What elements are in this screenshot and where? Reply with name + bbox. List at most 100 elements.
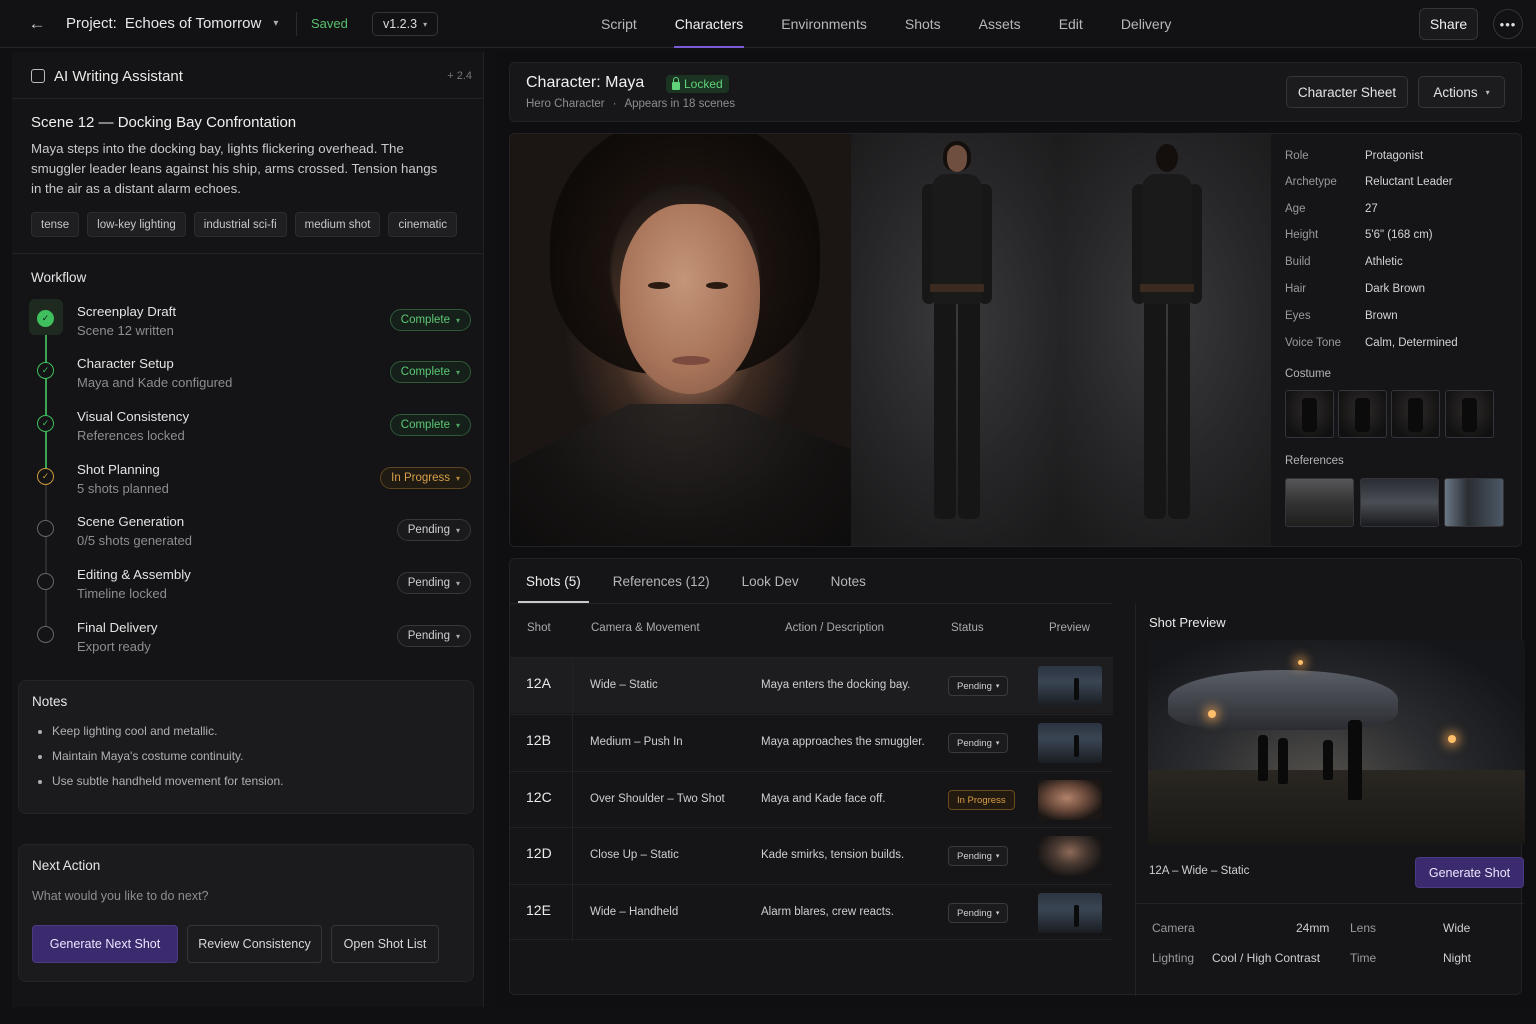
table-row[interactable]: 12B Medium – Push In Maya approaches the… bbox=[510, 714, 1113, 771]
status-dropdown[interactable]: In Progress ▾ bbox=[380, 467, 471, 489]
open-shot-list-button[interactable]: Open Shot List bbox=[331, 925, 439, 963]
main-nav: Script Characters Environments Shots Ass… bbox=[582, 0, 1190, 48]
lighting-label: Lighting bbox=[1152, 951, 1195, 965]
preview-figure bbox=[1278, 738, 1288, 784]
tab-script[interactable]: Script bbox=[582, 0, 656, 48]
chevron-down-icon: ▾ bbox=[455, 315, 460, 325]
shot-id: 12B bbox=[526, 732, 551, 748]
panel-header: AI Writing Assistant + 2.4 bbox=[12, 52, 484, 99]
back-view-image[interactable] bbox=[1061, 134, 1271, 546]
step-name: Character Setup bbox=[77, 356, 174, 371]
review-consistency-button[interactable]: Review Consistency bbox=[187, 925, 322, 963]
costume-thumbnail[interactable] bbox=[1391, 390, 1440, 438]
saved-status: Saved bbox=[311, 16, 348, 31]
project-label: Project: bbox=[66, 15, 117, 32]
chevron-down-icon: ▾ bbox=[455, 473, 460, 483]
spec-key: Build bbox=[1285, 256, 1311, 268]
workflow-step[interactable]: Editing & Assembly Timeline locked Pendi… bbox=[31, 563, 471, 603]
portrait-image[interactable] bbox=[510, 134, 851, 546]
shot-thumbnail[interactable] bbox=[1038, 723, 1102, 763]
preview-figure bbox=[1258, 735, 1268, 781]
status-label: Complete bbox=[400, 419, 450, 431]
status-dropdown[interactable]: Pending ▾ bbox=[948, 733, 1009, 753]
shot-thumbnail[interactable] bbox=[1038, 836, 1102, 876]
front-view-image[interactable] bbox=[851, 134, 1061, 546]
reference-thumbnail[interactable] bbox=[1444, 478, 1504, 527]
version-dropdown[interactable]: v1.2.3 ▾ bbox=[372, 12, 439, 36]
tag[interactable]: low-key lighting bbox=[87, 212, 186, 237]
status-dropdown[interactable]: Pending ▾ bbox=[948, 903, 1009, 923]
ai-assistant-panel: AI Writing Assistant + 2.4 Scene 12 — Do… bbox=[12, 52, 484, 1007]
status-dropdown[interactable]: Pending ▾ bbox=[948, 676, 1009, 696]
status-dropdown[interactable]: Complete ▾ bbox=[389, 361, 471, 383]
shot-preview-image[interactable] bbox=[1148, 640, 1525, 844]
status-label: In Progress bbox=[957, 794, 1006, 806]
shot-thumbnail[interactable] bbox=[1038, 893, 1102, 933]
panel-title: AI Writing Assistant bbox=[54, 68, 183, 85]
shot-thumbnail[interactable] bbox=[1038, 780, 1102, 820]
tab-delivery[interactable]: Delivery bbox=[1102, 0, 1191, 48]
spec-row: Voice Tone Calm, Determined bbox=[1285, 337, 1458, 349]
back-arrow-icon[interactable]: ← bbox=[26, 14, 48, 34]
check-circle-icon: ✓ bbox=[37, 310, 54, 327]
preview-light bbox=[1448, 735, 1456, 743]
table-row[interactable]: 12A Wide – Static Maya enters the dockin… bbox=[510, 657, 1113, 714]
tab-characters[interactable]: Characters bbox=[656, 0, 762, 48]
chevron-down-icon: ▾ bbox=[423, 19, 428, 29]
status-dropdown[interactable]: Pending ▾ bbox=[396, 519, 471, 541]
status-label: Pending bbox=[957, 737, 992, 749]
portrait-eye bbox=[648, 282, 670, 289]
character-sheet-button[interactable]: Character Sheet bbox=[1286, 76, 1408, 108]
generate-next-shot-button[interactable]: Generate Next Shot bbox=[32, 925, 178, 963]
table-row[interactable]: 12E Wide – Handheld Alarm blares, crew r… bbox=[510, 884, 1113, 941]
tag[interactable]: cinematic bbox=[388, 212, 458, 237]
workflow-step[interactable]: ✓ Screenplay Draft Scene 12 written Comp… bbox=[29, 299, 471, 340]
status-badge[interactable]: In Progress bbox=[948, 790, 1015, 810]
tab-environments[interactable]: Environments bbox=[762, 0, 886, 48]
reference-thumbnail[interactable] bbox=[1285, 478, 1354, 527]
tab-notes[interactable]: Notes bbox=[815, 559, 882, 603]
tag[interactable]: medium shot bbox=[294, 212, 381, 237]
tab-shots[interactable]: Shots bbox=[886, 0, 960, 48]
tab-references[interactable]: References (12) bbox=[597, 559, 726, 603]
tag[interactable]: industrial sci-fi bbox=[193, 212, 287, 237]
shot-thumbnail[interactable] bbox=[1038, 666, 1102, 706]
step-subtitle: Scene 12 written bbox=[77, 323, 174, 338]
share-button[interactable]: Share bbox=[1419, 8, 1478, 40]
workflow-step[interactable]: ✓ Visual Consistency References locked C… bbox=[31, 405, 471, 445]
status-dropdown[interactable]: Pending ▾ bbox=[396, 625, 471, 647]
table-row[interactable]: 12D Close Up – Static Kade smirks, tensi… bbox=[510, 827, 1113, 884]
workflow-step[interactable]: ✓ Character Setup Maya and Kade configur… bbox=[31, 352, 471, 392]
column-header: Shot bbox=[527, 622, 551, 634]
more-options-icon[interactable]: ••• bbox=[1493, 9, 1523, 39]
workflow-step[interactable]: Final Delivery Export ready Pending ▾ bbox=[31, 616, 471, 656]
tab-edit[interactable]: Edit bbox=[1040, 0, 1102, 48]
costume-thumbnail[interactable] bbox=[1445, 390, 1494, 438]
reference-thumbnail[interactable] bbox=[1360, 478, 1439, 527]
status-dropdown[interactable]: Pending ▾ bbox=[948, 846, 1009, 866]
status-dropdown[interactable]: Pending ▾ bbox=[396, 572, 471, 594]
project-name: Echoes of Tomorrow bbox=[124, 15, 262, 32]
status-dropdown[interactable]: Complete ▾ bbox=[389, 414, 471, 436]
chevron-down-icon: ▾ bbox=[455, 420, 460, 430]
status-dropdown[interactable]: Complete ▾ bbox=[389, 309, 471, 331]
costume-thumbnail[interactable] bbox=[1338, 390, 1387, 438]
tag[interactable]: tense bbox=[31, 212, 80, 237]
workflow-step[interactable]: Scene Generation 0/5 shots generated Pen… bbox=[31, 510, 471, 550]
generate-shot-button[interactable]: Generate Shot bbox=[1415, 857, 1524, 888]
project-selector[interactable]: Project: Echoes of Tomorrow ▾ bbox=[66, 15, 278, 32]
workflow-step[interactable]: ✓ Shot Planning 5 shots planned In Progr… bbox=[31, 458, 471, 498]
actions-dropdown[interactable]: Actions ▾ bbox=[1418, 76, 1505, 108]
status-label: Pending bbox=[957, 680, 992, 692]
tab-assets[interactable]: Assets bbox=[960, 0, 1040, 48]
portrait-eye bbox=[706, 282, 728, 289]
status-label: In Progress bbox=[391, 472, 450, 484]
costume-thumbnail[interactable] bbox=[1285, 390, 1334, 438]
tab-shots-list[interactable]: Shots (5) bbox=[510, 559, 597, 603]
divider bbox=[572, 828, 573, 884]
table-row[interactable]: 12C Over Shoulder – Two Shot Maya and Ka… bbox=[510, 771, 1113, 828]
next-action-card: Next Action What would you like to do ne… bbox=[18, 844, 474, 982]
figure-belt bbox=[930, 284, 984, 292]
tab-look-dev[interactable]: Look Dev bbox=[726, 559, 815, 603]
app-window: ← Project: Echoes of Tomorrow ▾ Saved v1… bbox=[0, 0, 1536, 1024]
